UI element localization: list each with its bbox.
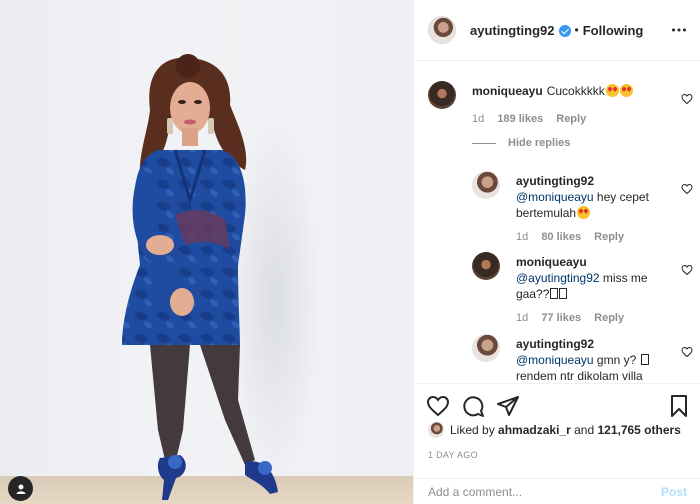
missing-glyph bbox=[559, 288, 568, 299]
comment-text: gmn y? bbox=[593, 353, 640, 367]
liked-by-user-link[interactable]: ahmadzaki_r bbox=[498, 423, 571, 437]
mention-link[interactable]: @ayutingting92 bbox=[516, 271, 600, 285]
reply-button[interactable]: Reply bbox=[556, 113, 586, 125]
avatar[interactable] bbox=[428, 81, 456, 109]
comment-text-continued: rendem ntr dikolam villa bbox=[516, 369, 643, 383]
comments-list[interactable]: moniqueayu Cucokkkkk 1d 189 likes Reply H… bbox=[414, 61, 700, 383]
comment-likes[interactable]: 80 likes bbox=[541, 231, 581, 243]
reply-item: moniqueayu @ayutingting92 miss me gaa?? … bbox=[472, 252, 693, 324]
avatar[interactable] bbox=[472, 252, 500, 280]
reply-item: ayutingting92 @moniqueayu hey cepet bert… bbox=[472, 171, 693, 243]
mention-link[interactable]: @moniqueayu bbox=[516, 353, 594, 367]
author-username[interactable]: ayutingting92 bbox=[470, 23, 555, 38]
liked-by-mid: and bbox=[574, 423, 595, 437]
liked-by-summary: Liked by ahmadzaki_r and 121,765 others bbox=[428, 422, 681, 438]
divider bbox=[472, 142, 496, 144]
comment-author[interactable]: moniqueayu bbox=[472, 84, 543, 98]
add-comment-bar: Post bbox=[414, 478, 700, 504]
comment-time[interactable]: 1d bbox=[516, 312, 528, 324]
mention-link[interactable]: @moniqueayu bbox=[516, 190, 594, 204]
person-figure bbox=[122, 54, 278, 500]
avatar[interactable] bbox=[472, 171, 500, 199]
comment-time[interactable]: 1d bbox=[472, 113, 484, 125]
comment-text: Cucokkkkk bbox=[546, 84, 605, 98]
hide-replies-button[interactable]: Hide replies bbox=[472, 137, 570, 149]
comment-input[interactable] bbox=[428, 484, 661, 499]
comment-time[interactable]: 1d bbox=[516, 231, 528, 243]
avatar[interactable] bbox=[428, 422, 444, 438]
comment-author[interactable]: ayutingting92 bbox=[516, 337, 594, 351]
following-button[interactable]: Following bbox=[583, 23, 644, 38]
bookmark-icon[interactable] bbox=[667, 394, 691, 418]
heart-icon[interactable] bbox=[681, 183, 693, 195]
separator: • bbox=[574, 23, 579, 37]
liked-by-prefix: Liked by bbox=[450, 423, 495, 437]
heart-icon[interactable] bbox=[681, 93, 693, 105]
heart-icon[interactable] bbox=[681, 264, 693, 276]
comment-likes[interactable]: 77 likes bbox=[541, 312, 581, 324]
post-panel: ayutingting92 • Following moniqueayu Cuco… bbox=[413, 0, 700, 504]
user-tag-icon[interactable] bbox=[8, 476, 33, 501]
post-actions: Liked by ahmadzaki_r and 121,765 others … bbox=[414, 383, 700, 478]
heart-icon[interactable] bbox=[681, 346, 693, 358]
reply-button[interactable]: Reply bbox=[594, 231, 624, 243]
post-timestamp[interactable]: 1 DAY AGO bbox=[428, 450, 478, 460]
reply-button[interactable]: Reply bbox=[594, 312, 624, 324]
heart-eyes-emoji-icon bbox=[577, 206, 591, 219]
avatar[interactable] bbox=[472, 334, 500, 362]
more-options-icon[interactable] bbox=[671, 22, 687, 38]
heart-icon[interactable] bbox=[426, 394, 450, 418]
hide-replies-label: Hide replies bbox=[508, 137, 571, 149]
verified-badge-icon bbox=[558, 25, 571, 37]
comment-author[interactable]: moniqueayu bbox=[516, 255, 587, 269]
share-icon[interactable] bbox=[496, 394, 520, 418]
comment-icon[interactable] bbox=[461, 394, 485, 418]
comment-item: moniqueayu Cucokkkkk 1d 189 likes Reply bbox=[428, 81, 693, 141]
comment-author[interactable]: ayutingting92 bbox=[516, 174, 594, 188]
heart-eyes-emoji-icon bbox=[619, 84, 633, 97]
missing-glyph bbox=[640, 354, 649, 365]
comment-likes[interactable]: 189 likes bbox=[497, 113, 543, 125]
post-button[interactable]: Post bbox=[661, 485, 687, 499]
reply-item: ayutingting92 @moniqueayu gmn y? rendem … bbox=[472, 334, 693, 383]
heart-eyes-emoji-icon bbox=[605, 84, 619, 97]
post-photo[interactable] bbox=[0, 0, 413, 504]
missing-glyph bbox=[550, 288, 559, 299]
post-header: ayutingting92 • Following bbox=[414, 0, 700, 61]
likes-count-link[interactable]: 121,765 others bbox=[597, 423, 680, 437]
avatar[interactable] bbox=[428, 16, 456, 44]
